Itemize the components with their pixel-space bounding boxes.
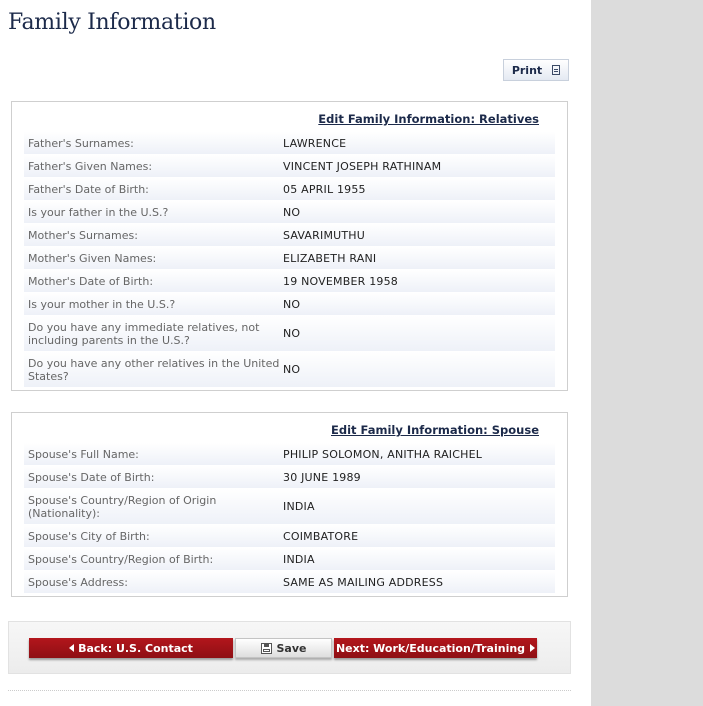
field-value: NO <box>283 297 301 311</box>
list-item: Mother's Given Names: ELIZABETH RANI <box>24 247 555 270</box>
field-value: PHILIP SOLOMON, ANITHA RAICHEL <box>283 447 483 461</box>
field-label: Mother's Given Names: <box>28 251 157 265</box>
list-item: Do you have any other relatives in the U… <box>24 352 555 388</box>
navigation-bar: Back: U.S. Contact Save Next: Work/Educa… <box>8 621 571 674</box>
back-button[interactable]: Back: U.S. Contact <box>29 638 233 658</box>
list-item: Spouse's Country/Region of Birth: INDIA <box>24 548 555 571</box>
field-value: SAME AS MAILING ADDRESS <box>283 575 444 589</box>
field-label: Do you have any other relatives in the U… <box>28 356 280 383</box>
list-item: Spouse's Address: SAME AS MAILING ADDRES… <box>24 571 555 594</box>
field-value: LAWRENCE <box>283 136 347 150</box>
field-value: INDIA <box>283 552 315 566</box>
field-label: Do you have any immediate relatives, not… <box>28 320 260 347</box>
list-item: Mother's Surnames: SAVARIMUTHU <box>24 224 555 247</box>
field-value: COIMBATORE <box>283 529 359 543</box>
field-value: SAVARIMUTHU <box>283 228 366 242</box>
field-label: Father's Date of Birth: <box>28 182 149 196</box>
list-item: Mother's Date of Birth: 19 NOVEMBER 1958 <box>24 270 555 293</box>
field-value: 19 NOVEMBER 1958 <box>283 274 398 288</box>
field-label: Spouse's City of Birth: <box>28 529 150 543</box>
field-value: NO <box>283 327 301 340</box>
field-value: VINCENT JOSEPH RATHINAM <box>283 159 442 173</box>
list-item: Is your father in the U.S.? NO <box>24 201 555 224</box>
arrow-left-icon <box>69 644 75 652</box>
document-icon <box>552 65 561 75</box>
print-button[interactable]: Print <box>503 59 569 81</box>
list-item: Father's Date of Birth: 05 APRIL 1955 <box>24 178 555 201</box>
arrow-right-icon <box>530 644 536 652</box>
field-label: Is your father in the U.S.? <box>28 205 169 219</box>
list-item: Spouse's Date of Birth: 30 JUNE 1989 <box>24 466 555 489</box>
edit-relatives-link[interactable]: Edit Family Information: Relatives <box>318 112 539 126</box>
edit-spouse-link[interactable]: Edit Family Information: Spouse <box>331 423 539 437</box>
save-button[interactable]: Save <box>235 638 332 658</box>
save-button-label: Save <box>276 641 307 655</box>
spouse-section: Edit Family Information: Spouse Spouse's… <box>11 412 568 597</box>
field-value: ELIZABETH RANI <box>283 251 377 265</box>
page-title: Family Information <box>8 10 216 35</box>
field-value: 30 JUNE 1989 <box>283 470 361 484</box>
field-label: Spouse's Address: <box>28 575 128 589</box>
relatives-section: Edit Family Information: Relatives Fathe… <box>11 101 568 391</box>
list-item: Spouse's Full Name: PHILIP SOLOMON, ANIT… <box>24 443 555 466</box>
save-disk-icon <box>260 642 272 654</box>
list-item: Father's Given Names: VINCENT JOSEPH RAT… <box>24 155 555 178</box>
field-label: Spouse's Date of Birth: <box>28 470 155 484</box>
field-label: Father's Surnames: <box>28 136 134 150</box>
field-value: NO <box>283 363 301 376</box>
field-value: 05 APRIL 1955 <box>283 182 366 196</box>
field-label: Spouse's Full Name: <box>28 447 139 461</box>
relatives-list: Father's Surnames: LAWRENCE Father's Giv… <box>24 132 555 388</box>
next-button[interactable]: Next: Work/Education/Training <box>334 638 537 658</box>
list-item: Do you have any immediate relatives, not… <box>24 316 555 352</box>
next-button-label: Next: Work/Education/Training <box>335 641 526 655</box>
field-value: NO <box>283 205 301 219</box>
main-content: Family Information Print Edit Family Inf… <box>0 0 591 706</box>
list-item: Spouse's Country/Region of Origin (Natio… <box>24 489 555 525</box>
right-gutter <box>591 0 703 706</box>
list-item: Spouse's City of Birth: COIMBATORE <box>24 525 555 548</box>
list-item: Father's Surnames: LAWRENCE <box>24 132 555 155</box>
field-label: Mother's Surnames: <box>28 228 138 242</box>
field-label: Mother's Date of Birth: <box>28 274 154 288</box>
field-label: Spouse's Country/Region of Origin (Natio… <box>28 493 217 520</box>
field-label: Spouse's Country/Region of Birth: <box>28 552 214 566</box>
back-button-label: Back: U.S. Contact <box>78 641 193 655</box>
field-value: INDIA <box>283 500 315 513</box>
print-button-label: Print <box>511 63 543 77</box>
list-item: Is your mother in the U.S.? NO <box>24 293 555 316</box>
field-label: Father's Given Names: <box>28 159 153 173</box>
spouse-list: Spouse's Full Name: PHILIP SOLOMON, ANIT… <box>24 443 555 594</box>
divider <box>8 690 571 691</box>
field-label: Is your mother in the U.S.? <box>28 297 176 311</box>
